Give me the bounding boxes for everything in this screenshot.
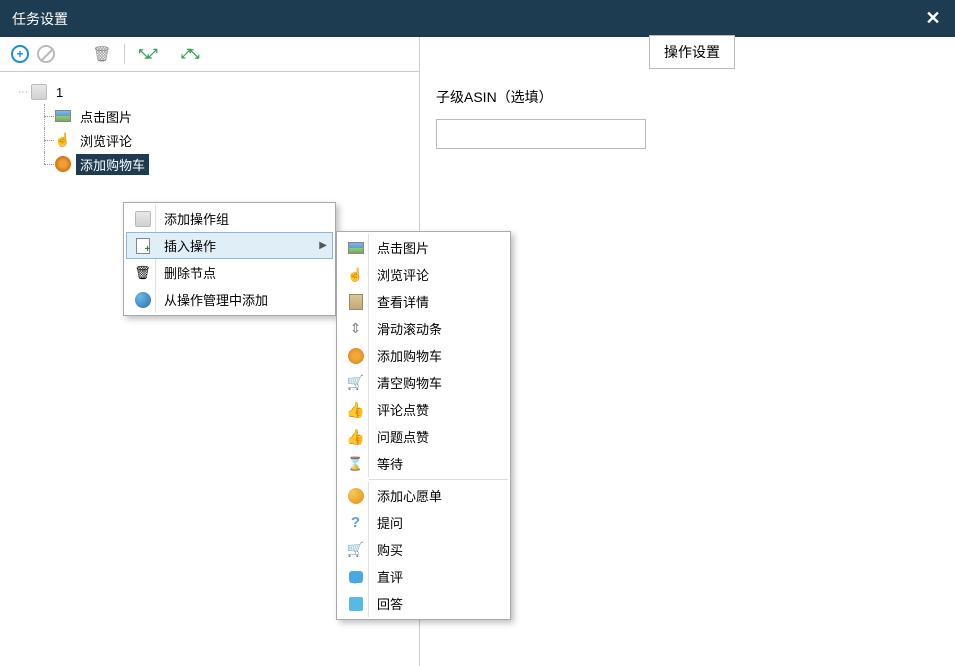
tree-item[interactable]: ☝ 浏览评论 xyxy=(36,128,419,152)
answer-icon xyxy=(347,595,365,613)
submenu-item-browse-reviews[interactable]: ☝ 浏览评论 xyxy=(339,261,508,288)
tree-panel: + 🗑 ⤡⤢ ⤢⤡ ⋯ 1 点击图片 xyxy=(0,37,420,666)
image-icon xyxy=(347,239,365,257)
context-submenu: 点击图片 ☝ 浏览评论 查看详情 ⇕ 滑动滚动条 添加购物车 🛒 清空购物车 xyxy=(336,231,511,620)
toolbar-separator xyxy=(124,44,125,64)
tree-item-label: 点击图片 xyxy=(76,106,136,127)
thumb-up-icon: 👍 xyxy=(347,428,365,446)
action-tree: ⋯ 1 点击图片 ☝ 浏览评论 添加购物车 xyxy=(0,72,419,176)
submenu-item-answer[interactable]: 回答 xyxy=(339,590,508,617)
submenu-item-direct-review[interactable]: 直评 xyxy=(339,563,508,590)
document-plus-icon xyxy=(134,237,152,255)
detail-icon xyxy=(347,293,365,311)
context-menu: 添加操作组 插入操作 ▶ 🗑 删除节点 从操作管理中添加 xyxy=(123,202,336,316)
submenu-item-add-cart[interactable]: 添加购物车 xyxy=(339,342,508,369)
cart-add-icon xyxy=(347,347,365,365)
submenu-item-scroll[interactable]: ⇕ 滑动滚动条 xyxy=(339,315,508,342)
titlebar: 任务设置 ✕ xyxy=(0,0,955,37)
expand-button[interactable]: ⤡⤢ xyxy=(135,42,159,66)
collapse-button[interactable]: ⤢⤡ xyxy=(177,42,201,66)
tab-operation-settings[interactable]: 操作设置 xyxy=(649,35,735,69)
tree-item-label: 添加购物车 xyxy=(76,154,149,175)
question-icon: ? xyxy=(347,514,365,532)
wishlist-icon xyxy=(347,487,365,505)
toolbar: + 🗑 ⤡⤢ ⤢⤡ xyxy=(0,37,419,72)
tree-item-label: 浏览评论 xyxy=(76,130,136,151)
menu-separator xyxy=(369,479,508,480)
tree-root[interactable]: ⋯ 1 xyxy=(18,80,419,104)
asin-field-label: 子级ASIN（选填） xyxy=(436,87,943,107)
chat-icon xyxy=(347,568,365,586)
submenu-item-ask[interactable]: ? 提问 xyxy=(339,509,508,536)
hand-icon: ☝ xyxy=(347,266,365,284)
expand-icon: ⤡⤢ xyxy=(139,46,156,62)
menu-item-delete-node[interactable]: 🗑 删除节点 xyxy=(126,259,333,286)
disabled-circle-icon xyxy=(37,45,55,63)
submenu-item-question-like[interactable]: 👍 问题点赞 xyxy=(339,423,508,450)
content-area: + 🗑 ⤡⤢ ⤢⤡ ⋯ 1 点击图片 xyxy=(0,37,955,666)
submenu-item-wait[interactable]: ⌛ 等待 xyxy=(339,450,508,477)
trash-icon: 🗑 xyxy=(92,45,111,63)
thumb-up-icon: 👍 xyxy=(347,401,365,419)
hand-icon: ☝ xyxy=(54,131,72,149)
menu-item-add-group[interactable]: 添加操作组 xyxy=(126,205,333,232)
submenu-item-view-details[interactable]: 查看详情 xyxy=(339,288,508,315)
submenu-item-add-wishlist[interactable]: 添加心愿单 xyxy=(339,482,508,509)
dialog-title: 任务设置 xyxy=(12,9,68,29)
cursor-icon xyxy=(30,83,48,101)
tree-root-label: 1 xyxy=(52,84,67,101)
menu-item-add-from-manager[interactable]: 从操作管理中添加 xyxy=(126,286,333,313)
plus-circle-icon: + xyxy=(11,45,29,63)
cart-empty-icon: 🛒 xyxy=(347,374,365,392)
submenu-item-empty-cart[interactable]: 🛒 清空购物车 xyxy=(339,369,508,396)
globe-icon xyxy=(134,291,152,309)
submenu-item-review-like[interactable]: 👍 评论点赞 xyxy=(339,396,508,423)
submenu-item-buy[interactable]: 🛒 购买 xyxy=(339,536,508,563)
add-button[interactable]: + xyxy=(8,42,32,66)
tree-item[interactable]: 点击图片 xyxy=(36,104,419,128)
image-icon xyxy=(54,107,72,125)
trash-icon: 🗑 xyxy=(134,264,152,282)
close-icon[interactable]: ✕ xyxy=(923,8,943,29)
disabled-button xyxy=(34,42,58,66)
collapse-icon: ⤢⤡ xyxy=(181,46,198,62)
menu-item-insert-action[interactable]: 插入操作 ▶ xyxy=(126,232,333,259)
hourglass-icon: ⌛ xyxy=(347,455,365,473)
cursor-icon xyxy=(134,210,152,228)
submenu-item-click-image[interactable]: 点击图片 xyxy=(339,234,508,261)
delete-button[interactable]: 🗑 xyxy=(90,42,114,66)
cart-add-icon xyxy=(54,155,72,173)
tree-item-selected[interactable]: 添加购物车 xyxy=(36,152,419,176)
asin-input[interactable] xyxy=(436,119,646,149)
submenu-arrow-icon: ▶ xyxy=(319,240,327,251)
buy-icon: 🛒 xyxy=(347,541,365,559)
scroll-icon: ⇕ xyxy=(347,320,365,338)
